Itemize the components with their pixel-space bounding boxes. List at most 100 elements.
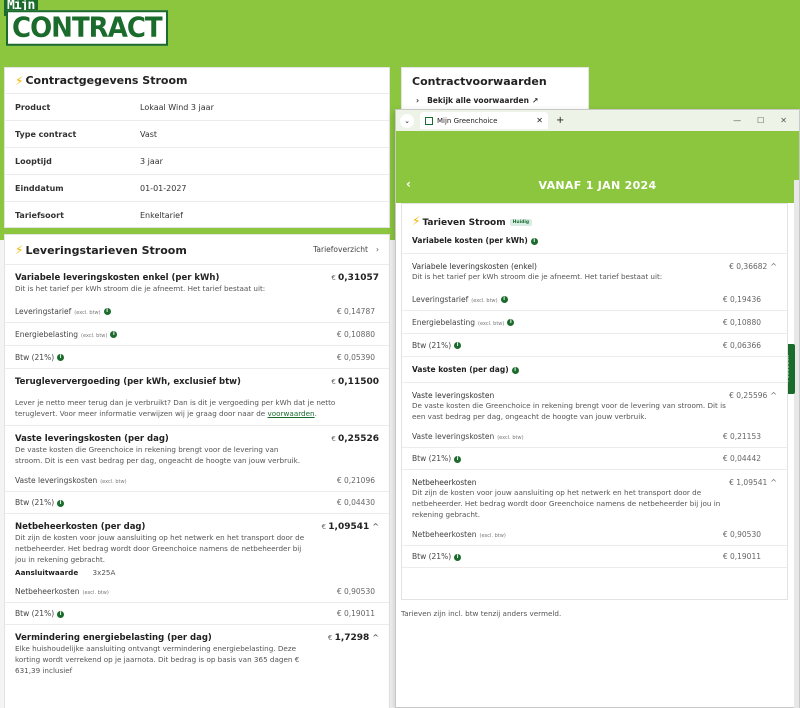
rate-row-label-group: Energiebelasting (excl. btw) i [412,318,515,327]
info-icon[interactable]: i [530,237,538,245]
net-value-number: 1,09541 [328,522,370,532]
b-net-rows: Netbeheerkosten (excl. btw) € 0,90530 Btw (… [402,524,787,568]
maximize-icon[interactable]: ☐ [757,116,764,125]
voorwaarden-link-label: Bekijk alle voorwaarden [427,96,529,105]
info-icon[interactable]: i [57,610,65,618]
teruglever-value-number: 0,11500 [338,377,379,387]
rate-row-label-group: Netbeheerkosten (excl. btw) [412,530,506,539]
aansluit-label: Aansluitwaarde [15,568,79,577]
rate-row: Leveringstarief (excl. btw) i € 0,19436 [402,288,787,311]
rate-row-value: € 0,05390 [336,352,375,362]
chevron-up-icon[interactable]: ^ [372,522,379,531]
rate-row-label: Btw (21%) [15,352,55,362]
tariefoverzicht-link[interactable]: Tariefoverzicht › [313,245,379,254]
b-vast-desc: De vaste kosten die Greenchoice in reken… [412,401,726,421]
rate-row-value: € 0,06366 [722,340,761,350]
aansluit-value: 3x25A [92,568,116,577]
rate-row-note: (excl. btw) [497,435,524,441]
b-var-value: € 0,36682 ^ [729,262,777,271]
rate-row: Netbeheerkosten (excl. btw) € 0,90530 [5,581,389,603]
b-vast-rows: Vaste leveringskosten (excl. btw) € 0,2115… [402,426,787,470]
var-header: Variabele kosten (per kWh) i [402,228,787,254]
rate-row-label: Leveringstarief [15,306,72,316]
rate-row-label-group: Btw (21%) i [412,454,462,463]
contract-card-header: ⚡ Contractgegevens Stroom [5,68,389,94]
chevron-up-icon[interactable]: ^ [372,633,379,642]
rate-row: Btw (21%) i € 0,19011 [402,546,787,568]
rate-row-value: € 0,21153 [722,432,761,441]
rate-row: Leveringstarief (excl. btw) i € 0,14787 [5,300,389,323]
rate-row-label: Btw (21%) [412,454,452,463]
net-value: € 1,09541 ^ [321,522,379,532]
bolt-icon: ⚡ [412,214,421,228]
voorwaarden-link[interactable]: › Bekijk alle voorwaarden ↗ [402,96,588,105]
chevron-up-icon[interactable]: ^ [770,391,777,400]
rate-row-label-group: Btw (21%) i [15,609,65,618]
b-net-desc: Dit zijn de kosten voor jouw aansluiting… [412,488,721,519]
contract-row: Einddatum 01-01-2027 [5,175,389,202]
b-var-title: Variabele leveringskosten (enkel) [412,262,537,271]
b-var-value-text: € 0,36682 [729,262,768,271]
info-icon[interactable]: i [507,319,515,326]
contract-row-label: Einddatum [15,183,64,193]
var-section: Variabele leveringskosten enkel (per kWh… [5,265,389,294]
inner-header: ⚡ Tarieven Stroom Huidig [402,204,787,228]
voorwaarden-inline-link[interactable]: voorwaarden [268,409,315,418]
info-icon[interactable]: i [454,455,462,463]
info-icon[interactable]: i [511,366,519,374]
info-icon[interactable]: i [454,342,462,349]
scrollbar[interactable] [794,180,799,708]
minimize-icon[interactable]: — [733,116,741,125]
rate-row: Btw (21%) i € 0,04430 [5,492,389,514]
new-tab-icon[interactable]: + [556,115,564,126]
tab-mijn-greenchoice[interactable]: Mijn Greenchoice ✕ [420,112,548,129]
rate-row-note: (excl. btw) [471,297,498,304]
rate-row-label: Btw (21%) [15,609,55,618]
verm-value: € 1,7298 ^ [327,633,379,643]
verm-desc: Elke huishoudelijke aansluiting ontvangt… [15,644,300,675]
voorwaarden-card: Contractvoorwaarden › Bekijk alle voorwa… [401,67,589,111]
rate-row: Netbeheerkosten (excl. btw) € 0,90530 [402,524,787,546]
contract-row-label: Looptijd [15,156,52,166]
rate-row-value: € 0,19011 [722,552,761,561]
info-icon[interactable]: i [103,308,111,315]
bolt-icon: ⚡ [15,242,24,257]
info-icon[interactable]: i [57,499,65,507]
close-icon[interactable]: ✕ [536,116,543,125]
rate-row-label: Leveringstarief [412,294,469,304]
info-icon[interactable]: i [500,296,508,303]
vast-header: Vaste kosten (per dag) i [402,357,787,383]
contract-row: Product Lokaal Wind 3 jaar [5,94,389,121]
tab-menu-button[interactable]: ⌄ [400,113,414,128]
b-var-rows: Leveringstarief (excl. btw) i € 0,19436 Ener… [402,288,787,357]
vast-header-label: Vaste kosten (per dag) [412,365,509,374]
rate-row-value: € 0,19011 [336,609,375,618]
info-icon[interactable]: i [57,354,65,361]
rate-row-value: € 0,10880 [722,317,761,327]
rate-row-label-group: Vaste leveringskosten (excl. btw) [412,432,524,441]
info-icon[interactable]: i [454,553,462,561]
rate-row-note: (excl. btw) [81,332,108,339]
chevron-up-icon[interactable]: ^ [770,478,777,487]
vast-section: Vaste leveringskosten (per dag) € 0,2552… [5,426,389,470]
rate-row-label-group: Energiebelasting (excl. btw) i [15,330,118,339]
tarieven-header: ⚡ Leveringstarieven Stroom Tariefoverzich… [5,235,389,265]
tariefoverzicht-label: Tariefoverzicht [313,245,368,254]
close-window-icon[interactable]: ✕ [780,116,787,125]
tarieven-stroom-card: ⚡ Tarieven Stroom Huidig Variabele kosten … [401,203,788,600]
rate-row-label: Vaste leveringskosten [15,476,98,485]
rate-row-value: € 0,04430 [336,498,375,507]
vast-desc: De vaste kosten die Greenchoice in reken… [15,445,301,465]
contract-row-value: 01-01-2027 [140,183,187,193]
b-net-title: Netbeheerkosten [412,478,477,487]
rate-row-value: € 0,19436 [722,294,761,304]
chevron-up-icon[interactable]: ^ [770,262,777,271]
b-vast-title: Vaste leveringskosten [412,391,495,400]
contract-rows: Product Lokaal Wind 3 jaar Type contract Va… [5,94,389,229]
rate-row-value: € 0,14787 [336,306,375,316]
rate-row-label: Btw (21%) [412,340,452,350]
vast-title: Vaste leveringskosten (per dag) [15,434,169,444]
info-icon[interactable]: i [110,331,118,338]
rate-row-value: € 0,21096 [336,476,375,485]
rate-row: Btw (21%) i € 0,19011 [5,603,389,625]
